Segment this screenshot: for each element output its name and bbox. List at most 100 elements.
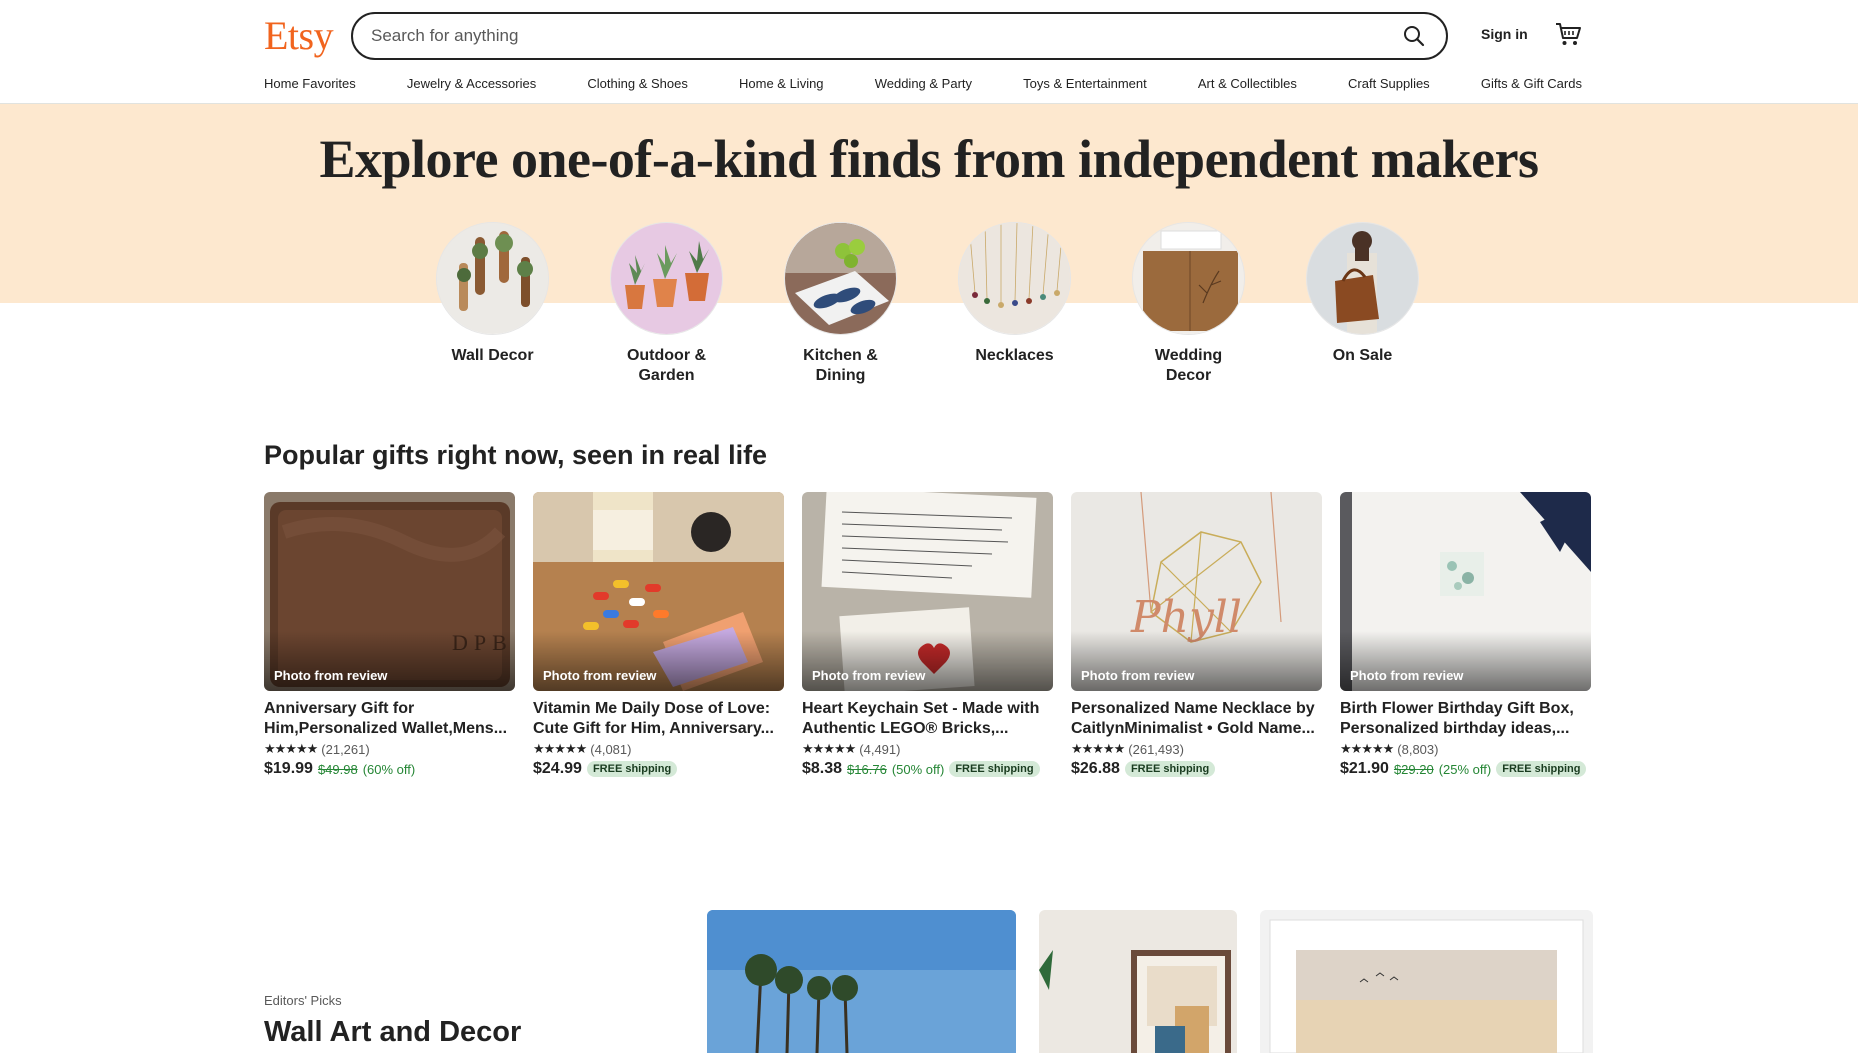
category-wall-decor[interactable]: Wall Decor	[436, 222, 549, 386]
discount: (25% off)	[1438, 761, 1492, 777]
free-shipping-badge: FREE shipping	[586, 761, 678, 777]
free-shipping-badge: FREE shipping	[949, 761, 1040, 777]
product-title: Vitamin Me Daily Dose of Love: Cute Gift…	[533, 700, 774, 737]
nav-item-gifts-gift-cards[interactable]: Gifts & Gift Cards	[1481, 76, 1582, 91]
product-price: $21.90	[1340, 760, 1389, 777]
nav-item-jewelry-accessories[interactable]: Jewelry & Accessories	[407, 76, 536, 91]
category-image	[958, 222, 1071, 335]
editors-picks-title: Wall Art and Decor	[264, 1016, 522, 1048]
nav-item-wedding-party[interactable]: Wedding & Party	[875, 76, 972, 91]
price-row: $8.38 $16.76 (50% off) FREE shipping	[802, 760, 1053, 778]
nav-item-art-collectibles[interactable]: Art & Collectibles	[1198, 76, 1297, 91]
product-price: $8.38	[802, 760, 843, 777]
review-count: (8,803)	[1397, 741, 1439, 757]
category-label: On Sale	[1332, 347, 1393, 364]
photo-from-review-badge: Photo from review	[543, 668, 657, 683]
category-nav: Home Favorites Jewelry & Accessories Clo…	[264, 76, 1582, 91]
category-image	[1132, 222, 1245, 335]
category-label: Outdoor & Garden	[626, 347, 707, 384]
rating-stars: ★★★★★	[1340, 741, 1394, 756]
photo-from-review-badge: Photo from review	[274, 668, 388, 683]
discount: (60% off)	[362, 761, 416, 777]
original-price: $29.20	[1393, 761, 1434, 777]
product-card[interactable]: DPB Photo from review Anniversary Gift f…	[264, 492, 515, 778]
discount: (50% off)	[891, 761, 945, 777]
price-row: $24.99 FREE shipping	[533, 760, 784, 778]
product-price: $19.99	[264, 760, 313, 777]
search-bar	[351, 12, 1448, 60]
product-price: $24.99	[533, 760, 582, 777]
rating-stars: ★★★★★	[264, 741, 318, 756]
rating-stars: ★★★★★	[1071, 741, 1125, 756]
price-row: $26.88 FREE shipping	[1071, 760, 1322, 778]
rating-stars: ★★★★★	[533, 741, 587, 756]
product-rating: ★★★★★ (4,081)	[533, 741, 784, 757]
editors-picks-kicker: Editors' Picks	[264, 993, 342, 1008]
hero-title: Explore one-of-a-kind finds from indepen…	[319, 129, 1539, 189]
product-card[interactable]: Photo from review Vitamin Me Daily Dose …	[533, 492, 784, 778]
product-title: Heart Keychain Set - Made with Authentic…	[802, 700, 1040, 737]
review-count: (4,491)	[859, 741, 901, 757]
review-count: (21,261)	[321, 741, 370, 757]
editors-pick-image[interactable]	[1039, 910, 1237, 1053]
product-image: Photo from review	[533, 492, 784, 691]
price-row: $21.90 $29.20 (25% off) FREE shipping	[1340, 760, 1591, 778]
review-count: (4,081)	[590, 741, 632, 757]
product-card[interactable]: Phyll Photo from review Personalized Nam…	[1071, 492, 1322, 778]
product-title: Personalized Name Necklace by CaitlynMin…	[1071, 700, 1315, 737]
product-image: Phyll Photo from review	[1071, 492, 1322, 691]
category-image	[436, 222, 549, 335]
cart-button[interactable]	[1554, 20, 1584, 50]
review-count: (261,493)	[1128, 741, 1184, 757]
free-shipping-badge: FREE shipping	[1124, 761, 1216, 777]
original-price: $16.76	[847, 761, 887, 777]
product-rating: ★★★★★ (8,803)	[1340, 741, 1591, 757]
category-outdoor-garden[interactable]: Outdoor & Garden	[610, 222, 723, 386]
nav-item-clothing-shoes[interactable]: Clothing & Shoes	[587, 76, 687, 91]
category-label: Kitchen & Dining	[803, 347, 878, 384]
price-row: $19.99 $49.98 (60% off)	[264, 760, 515, 778]
product-image: DPB Photo from review	[264, 492, 515, 691]
nav-item-home-living[interactable]: Home & Living	[739, 76, 824, 91]
product-rating: ★★★★★ (21,261)	[264, 741, 515, 757]
category-label: Wall Decor	[451, 347, 534, 364]
site-header: Etsy Sign in Home Favorites Jewelry & Ac…	[0, 0, 1858, 104]
sign-in-link[interactable]: Sign in	[1481, 26, 1528, 42]
category-image	[784, 222, 897, 335]
nav-item-craft-supplies[interactable]: Craft Supplies	[1348, 76, 1430, 91]
category-on-sale[interactable]: On Sale	[1306, 222, 1419, 386]
cart-icon	[1556, 23, 1581, 45]
photo-from-review-badge: Photo from review	[1081, 668, 1195, 683]
category-necklaces[interactable]: Necklaces	[958, 222, 1071, 386]
product-image: Photo from review	[1340, 492, 1591, 691]
product-image: Photo from review	[802, 492, 1053, 691]
popular-gifts-heading: Popular gifts right now, seen in real li…	[264, 440, 768, 470]
category-label: Wedding Decor	[1154, 347, 1223, 384]
product-title: Anniversary Gift for Him,Personalized Wa…	[264, 700, 508, 737]
search-button[interactable]	[1390, 14, 1438, 58]
product-rating: ★★★★★ (4,491)	[802, 741, 1053, 757]
product-price: $26.88	[1071, 760, 1120, 777]
search-input[interactable]	[353, 14, 1390, 58]
category-image	[1306, 222, 1419, 335]
etsy-logo[interactable]: Etsy	[264, 12, 334, 59]
rating-stars: ★★★★★	[802, 741, 856, 756]
category-kitchen-dining[interactable]: Kitchen & Dining	[784, 222, 897, 386]
category-wedding-decor[interactable]: Wedding Decor	[1132, 222, 1245, 386]
category-circles: Wall Decor Outdoor & Garden Kitchen & Di…	[436, 222, 1419, 386]
original-price: $49.98	[317, 761, 358, 777]
photo-from-review-badge: Photo from review	[812, 668, 926, 683]
product-list: DPB Photo from review Anniversary Gift f…	[264, 492, 1591, 778]
nav-item-toys-entertainment[interactable]: Toys & Entertainment	[1023, 76, 1147, 91]
category-image	[610, 222, 723, 335]
product-card[interactable]: Photo from review Birth Flower Birthday …	[1340, 492, 1591, 778]
editors-pick-image[interactable]	[1260, 910, 1593, 1053]
free-shipping-badge: FREE shipping	[1496, 761, 1587, 777]
photo-from-review-badge: Photo from review	[1350, 668, 1464, 683]
product-title: Birth Flower Birthday Gift Box, Personal…	[1340, 700, 1574, 737]
nav-item-home-favorites[interactable]: Home Favorites	[264, 76, 356, 91]
editors-pick-image[interactable]	[707, 910, 1016, 1053]
product-card[interactable]: Photo from review Heart Keychain Set - M…	[802, 492, 1053, 778]
category-label: Necklaces	[975, 347, 1054, 364]
product-rating: ★★★★★ (261,493)	[1071, 741, 1322, 757]
